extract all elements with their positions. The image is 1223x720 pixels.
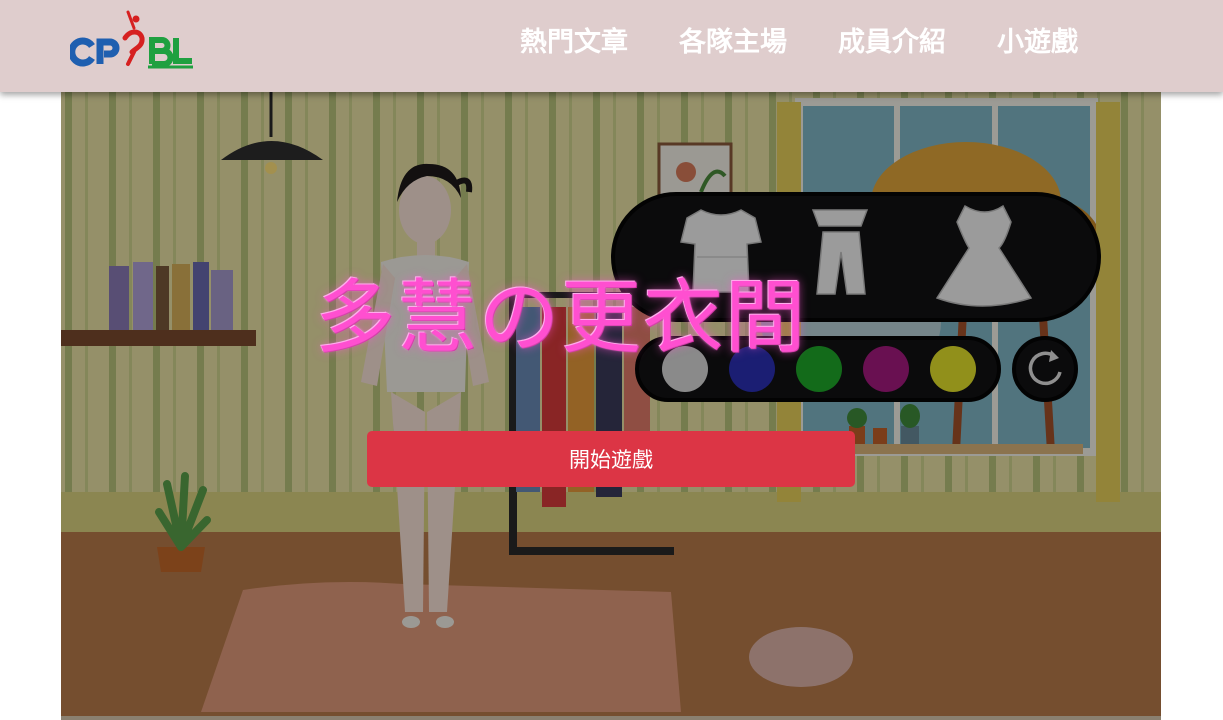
page-bottom-edge [61, 716, 1161, 720]
game-title: 多慧の更衣間 [315, 271, 807, 364]
main-nav: 熱門文章 各隊主場 成員介紹 小遊戲 [520, 25, 1078, 61]
start-game-button[interactable]: 開始遊戲 [367, 431, 855, 487]
nav-link-popular-articles[interactable]: 熱門文章 [520, 25, 628, 61]
cpbl-logo[interactable] [70, 8, 195, 70]
nav-link-members[interactable]: 成員介紹 [838, 25, 946, 61]
navbar: 熱門文章 各隊主場 成員介紹 小遊戲 [0, 0, 1223, 92]
nav-link-team-stadiums[interactable]: 各隊主場 [679, 25, 787, 61]
dress-up-game: 多慧の更衣間 開始遊戲 [61, 92, 1161, 716]
nav-link-mini-game[interactable]: 小遊戲 [997, 25, 1078, 61]
start-screen-overlay [61, 92, 1161, 716]
